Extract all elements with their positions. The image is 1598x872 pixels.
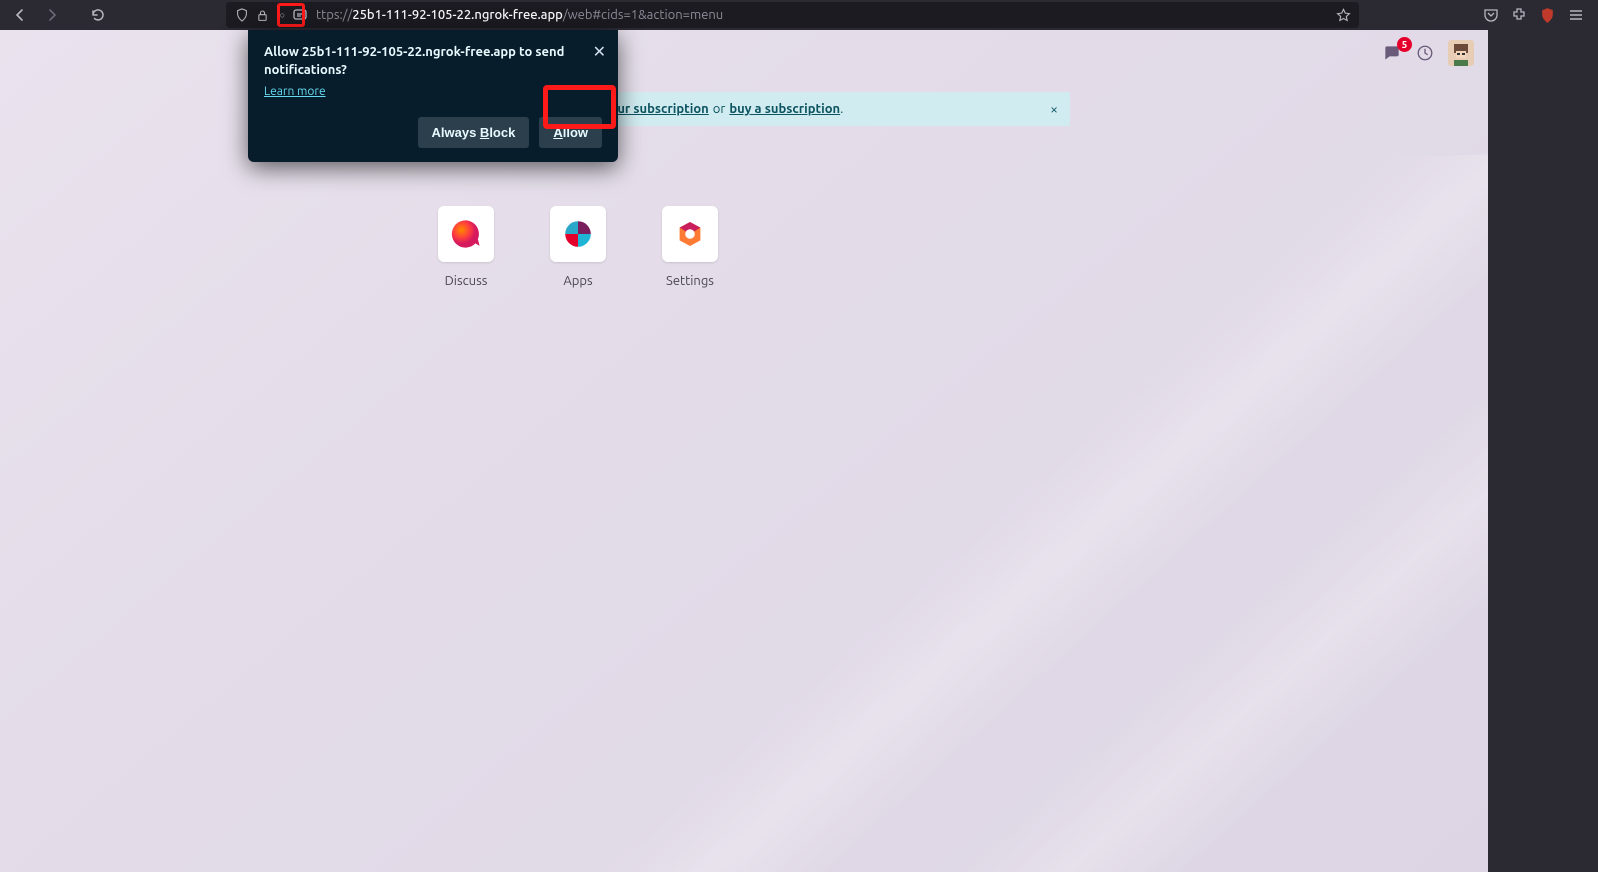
always-block-button[interactable]: Always Block (418, 117, 530, 148)
banner-period: . (840, 102, 843, 116)
messages-badge: 5 (1397, 37, 1412, 52)
permission-dialog-title: Allow 25b1-111-92-105-22.ngrok-free.app … (264, 44, 602, 79)
messages-icon[interactable]: 5 (1382, 43, 1402, 63)
back-button[interactable] (6, 1, 34, 29)
buy-subscription-link[interactable]: buy a subscription (729, 102, 840, 116)
right-gutter (1488, 30, 1598, 872)
activity-icon[interactable] (1416, 44, 1434, 62)
discuss-icon (438, 206, 494, 262)
url-bar[interactable]: ○ ttps://25b1-111-92-105-22.ngrok-free.a… (226, 2, 1359, 28)
banner-close-button[interactable]: × (1050, 101, 1058, 117)
browser-toolbar: ○ ttps://25b1-111-92-105-22.ngrok-free.a… (0, 0, 1598, 30)
app-tile-settings[interactable]: Settings (662, 206, 718, 288)
app-tile-discuss[interactable]: Discuss (438, 206, 494, 288)
pocket-icon[interactable] (1483, 7, 1499, 23)
hamburger-menu-icon[interactable] (1568, 7, 1584, 23)
shield-icon[interactable] (232, 8, 252, 22)
learn-more-link[interactable]: Learn more (264, 85, 326, 98)
permission-info-icon[interactable]: ○ (272, 10, 292, 20)
toolbar-right-tools (1483, 7, 1592, 24)
lock-icon[interactable] (252, 9, 272, 22)
extensions-icon[interactable] (1511, 7, 1527, 23)
app-tile-apps[interactable]: Apps (550, 206, 606, 288)
settings-icon (662, 206, 718, 262)
url-text: ttps://25b1-111-92-105-22.ngrok-free.app… (316, 8, 723, 22)
apps-icon (550, 206, 606, 262)
app-tiles: Discuss Apps Settings (438, 206, 718, 288)
reload-button[interactable] (84, 1, 112, 29)
app-top-right-tools: 5 (1382, 40, 1474, 66)
banner-or: or (713, 102, 726, 116)
allow-button[interactable]: Allow (539, 117, 602, 148)
ublock-icon[interactable] (1539, 7, 1556, 24)
notification-permission-dialog: Allow 25b1-111-92-105-22.ngrok-free.app … (248, 30, 618, 162)
forward-button[interactable] (38, 1, 66, 29)
tile-label: Discuss (445, 274, 488, 288)
notification-permission-icon[interactable] (290, 7, 310, 23)
close-icon[interactable]: ✕ (593, 42, 606, 61)
tile-label: Apps (563, 274, 592, 288)
bookmark-star-icon[interactable] (1333, 8, 1353, 23)
user-avatar[interactable] (1448, 40, 1474, 66)
tile-label: Settings (666, 274, 714, 288)
page-content: 5 xpire in 1 month. Register your subscr… (0, 30, 1488, 872)
